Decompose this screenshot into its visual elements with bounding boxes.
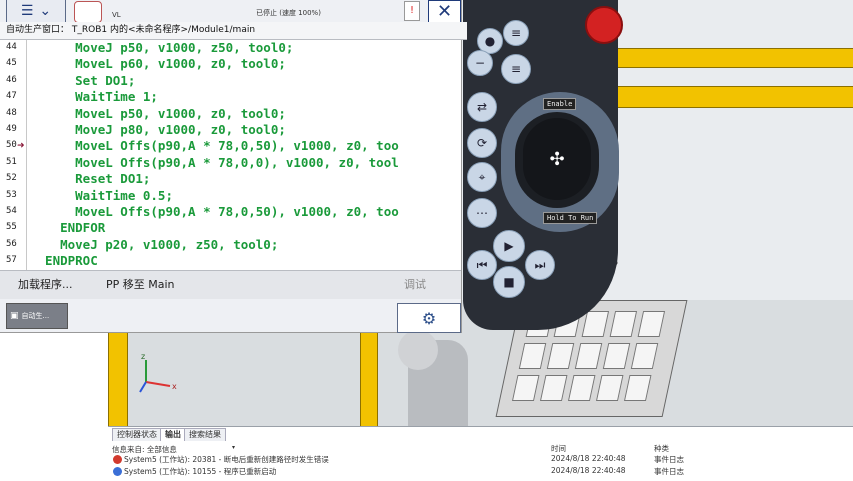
close-button[interactable]: ✕ [428, 0, 461, 24]
joystick[interactable]: ✣ [523, 118, 591, 200]
code-line[interactable]: MoveJ p50, v1000, z50, tool0; [30, 40, 293, 55]
top-status-bar [0, 0, 461, 23]
pendant-key-3[interactable]: − [467, 50, 493, 76]
top-small-label: VL [112, 11, 121, 19]
robot-joint [398, 330, 438, 370]
line-number: 53 [6, 189, 17, 200]
output-panel: 控制器状态 输出 搜索结果 信息来自: 全部信息 ▾ 时间 种类 System5… [108, 426, 853, 481]
run-status: 已停止 (速度 100%) [256, 9, 321, 17]
chevron-down-icon[interactable]: ▾ [232, 444, 235, 451]
line-number: 46 [6, 74, 17, 85]
enable-label: Enable [543, 98, 577, 110]
line-number: 45 [6, 58, 17, 69]
code-line[interactable]: MoveL Offs(p90,A * 78,0,50), v1000, z0, … [30, 138, 399, 153]
error-icon [113, 455, 122, 464]
axis-x-label: x [172, 382, 177, 391]
code-line[interactable]: MoveJ p20, v1000, z50, tool0; [30, 237, 278, 252]
stop-button[interactable]: ■ [493, 266, 525, 298]
log-time: 2024/8/18 22:40:48 [551, 454, 626, 463]
step-back-button[interactable]: ⏮ [467, 250, 497, 280]
window-icon: ▣ [10, 311, 19, 321]
code-line[interactable]: MoveL Offs(p90,A * 78,0,0), v1000, z0, t… [30, 155, 399, 170]
code-line[interactable]: MoveL p60, v1000, z0, tool0; [30, 56, 286, 71]
line-number: 47 [6, 91, 17, 102]
line-number: 57 [6, 255, 17, 266]
yellow-beam [608, 86, 853, 108]
jog-mode-button[interactable]: ⇄ [467, 92, 497, 122]
log-type: 事件日志 [654, 455, 684, 464]
code-line[interactable]: MoveL Offs(p90,A * 78,0,50), v1000, z0, … [30, 204, 399, 219]
program-pointer-icon: ➜ [17, 141, 25, 151]
gutter-divider [26, 40, 27, 270]
code-line[interactable]: ENDFOR [30, 220, 105, 235]
line-number: 51 [6, 156, 17, 167]
code-line[interactable]: WaitTime 0.5; [30, 188, 173, 203]
taskbar-item-label: 自动生... [21, 312, 50, 320]
line-number: 48 [6, 107, 17, 118]
step-forward-button[interactable]: ⏭ [525, 250, 555, 280]
taskbar-item-auto-production[interactable]: ▣ 自动生... [6, 303, 68, 329]
line-number: 44 [6, 42, 17, 52]
load-program-button[interactable]: 加载程序... [18, 271, 73, 299]
yellow-post [360, 330, 378, 426]
flexpendant-device: ● ≡ − ≡ ⇄ ⟳ ⌖ ⋯ ✣ Enable Hold To Run ▶ ⏮… [463, 0, 623, 330]
log-message[interactable]: System5 (工作站): 10155 - 程序已重新启动 [124, 466, 276, 477]
code-line[interactable]: MoveL p50, v1000, z0, tool0; [30, 106, 286, 121]
pendant-key-4[interactable]: ≡ [501, 54, 531, 84]
quickset-button[interactable]: ⚙ [397, 303, 461, 333]
chevron-down-icon: ⌄ [39, 3, 52, 19]
tab-search-results[interactable]: 搜索结果 [184, 428, 226, 441]
tab-controller-status[interactable]: 控制器状态 [112, 428, 162, 441]
window-title: 自动生产窗口： T_ROB1 内的<未命名程序>/Module1/main [0, 22, 467, 40]
code-editor[interactable]: 44 MoveJ p50, v1000, z50, tool0; 45 Move… [0, 40, 461, 270]
code-line[interactable]: Set DO1; [30, 73, 135, 88]
pendant-key-2[interactable]: ≡ [503, 20, 529, 46]
log-message[interactable]: System5 (工作站): 20381 - 断电后重新创建路径时发生错误 [124, 454, 329, 465]
column-time[interactable]: 时间 [551, 443, 566, 454]
axis-z-label: z [141, 352, 146, 361]
program-toolbar: 加载程序... PP 移至 Main 调试 [0, 270, 461, 299]
code-line[interactable]: ENDPROC [30, 253, 98, 268]
hold-to-run-label: Hold To Run [543, 212, 598, 224]
code-line[interactable]: Reset DO1; [30, 171, 150, 186]
taskbar [0, 299, 461, 332]
robot-status-icon[interactable] [74, 1, 102, 23]
yellow-beam [608, 48, 853, 68]
increment-button[interactable]: ⋯ [467, 198, 497, 228]
tab-output[interactable]: 输出 [160, 428, 186, 441]
emergency-stop-button[interactable] [585, 6, 623, 44]
column-type[interactable]: 种类 [654, 443, 669, 454]
hamburger-icon: ☰ [20, 3, 34, 19]
line-number: 49 [6, 124, 17, 134]
jog-reorient-button[interactable]: ⟳ [467, 128, 497, 158]
code-line[interactable]: MoveJ p80, v1000, z0, tool0; [30, 122, 286, 137]
log-time: 2024/8/18 22:40:48 [551, 466, 626, 475]
line-number: 55 [6, 222, 17, 233]
alert-icon[interactable]: ! [404, 1, 420, 21]
yellow-post [108, 332, 128, 426]
gear-icon: ⚙ [421, 308, 437, 328]
line-number: 52 [6, 173, 17, 184]
code-line[interactable]: WaitTime 1; [30, 89, 158, 104]
start-button[interactable]: ▶ [493, 230, 525, 262]
info-icon [113, 467, 122, 476]
debug-button[interactable]: 调试 [404, 271, 426, 299]
main-menu-button[interactable]: ☰ ⌄ [6, 0, 66, 23]
line-number: 56 [6, 238, 17, 249]
log-type: 事件日志 [654, 467, 684, 476]
jog-axis-button[interactable]: ⌖ [467, 162, 497, 192]
pp-to-main-button[interactable]: PP 移至 Main [106, 271, 175, 299]
line-number: 50 [6, 140, 17, 151]
line-number: 54 [6, 206, 17, 216]
